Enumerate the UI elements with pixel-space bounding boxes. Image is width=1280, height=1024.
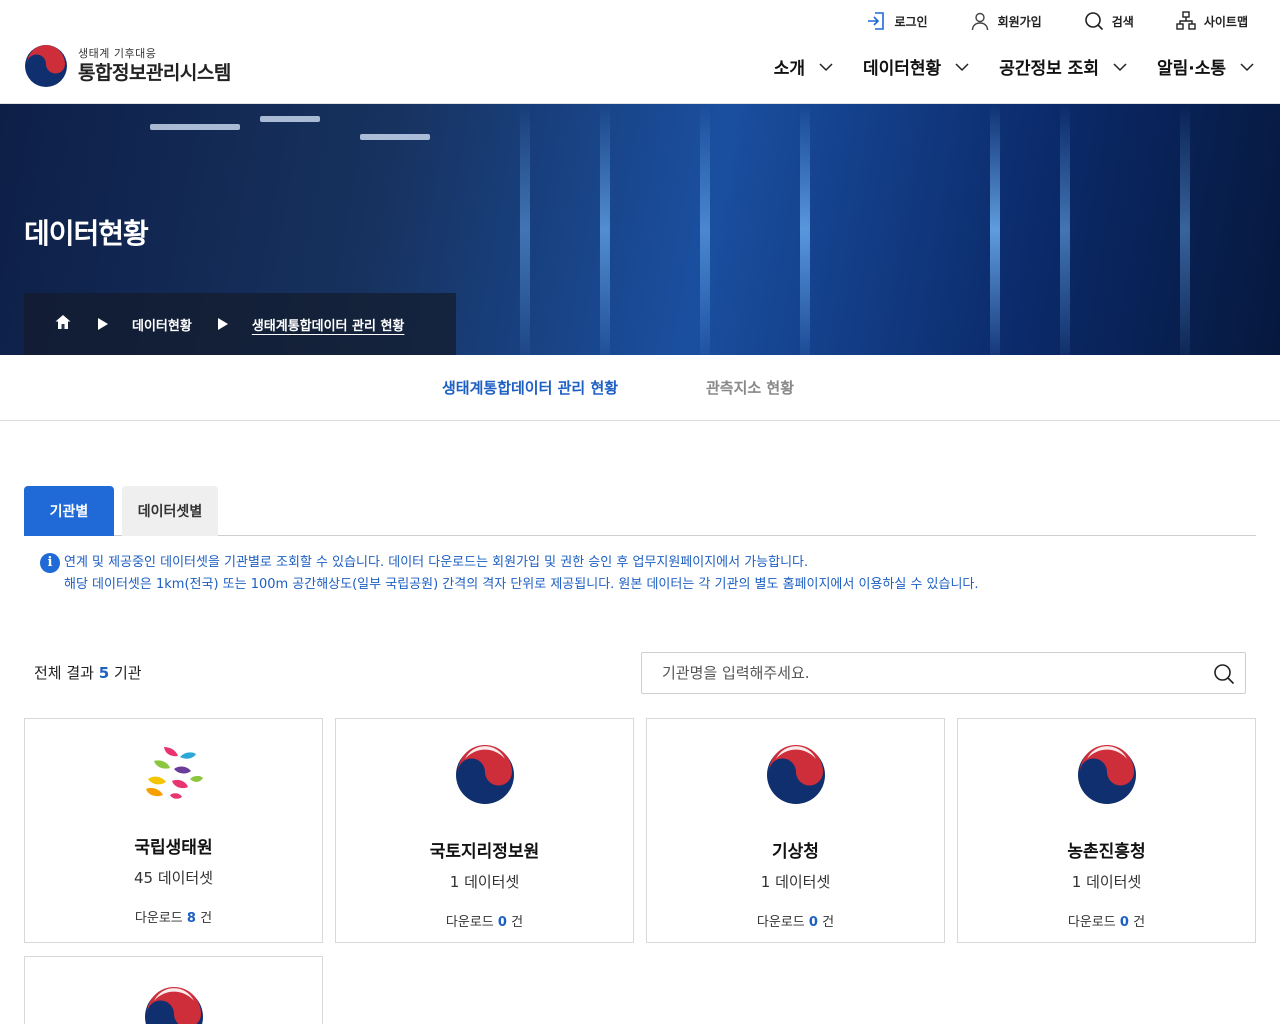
dataset-count: 1 데이터셋: [760, 873, 831, 891]
taegeuk-logo-icon: [145, 987, 203, 1024]
tab-by-dataset[interactable]: 데이터셋별: [122, 486, 218, 536]
tab-by-agency[interactable]: 기관별: [24, 486, 114, 536]
breadcrumb-arrow-icon: [98, 318, 108, 330]
utility-menu: 로그인 회원가입 검색 사이트맵: [824, 10, 1248, 32]
ceiling-light: [150, 124, 240, 130]
info-icon: i: [40, 553, 60, 573]
chevron-down-icon: [819, 62, 833, 71]
server-light: [1180, 104, 1190, 355]
ceiling-light: [260, 116, 320, 122]
search-link[interactable]: 검색: [1084, 10, 1134, 32]
sub-tabs: 생태계통합데이터 관리 현황 관측지소 현황: [0, 355, 1280, 421]
result-prefix: 전체 결과: [34, 664, 94, 682]
search-icon[interactable]: [1213, 663, 1235, 685]
download-count: 다운로드 8 건: [134, 911, 213, 926]
chevron-down-icon: [1113, 62, 1127, 71]
taegeuk-logo-icon: [25, 45, 67, 87]
download-count: 다운로드 0 건: [756, 915, 835, 930]
breadcrumb-item[interactable]: 데이터현황: [132, 315, 192, 334]
nav-label: 알림·소통: [1156, 59, 1226, 79]
sitemap-label: 사이트맵: [1203, 14, 1248, 29]
taegeuk-logo-icon: [767, 745, 825, 804]
taegeuk-logo-icon: [456, 745, 514, 804]
server-light: [600, 104, 610, 355]
server-light: [990, 104, 1000, 355]
signup-label: 회원가입: [997, 14, 1042, 29]
login-label: 로그인: [894, 14, 928, 29]
agency-card[interactable]: [24, 956, 323, 1024]
login-icon: [868, 12, 885, 30]
chevron-down-icon: [1240, 62, 1254, 71]
dataset-count: 1 데이터셋: [449, 873, 520, 891]
server-light: [520, 104, 530, 355]
nav-label: 소개: [773, 59, 805, 79]
chevron-down-icon: [955, 62, 969, 71]
result-number: 5: [98, 664, 110, 682]
agency-card[interactable]: 농촌진흥청 1 데이터셋 다운로드 0 건: [957, 718, 1256, 943]
tab-ecosystem-data[interactable]: 생태계통합데이터 관리 현황: [442, 377, 618, 398]
agency-card[interactable]: 국립생태원 45 데이터셋 다운로드 8 건: [24, 718, 323, 943]
download-count: 다운로드 0 건: [1067, 915, 1146, 930]
ceiling-light: [360, 134, 430, 140]
sitemap-icon: [1176, 11, 1196, 30]
nav-item-notice[interactable]: 알림·소통: [1157, 54, 1254, 79]
nav-item-spatial[interactable]: 공간정보 조회: [999, 54, 1127, 79]
taegeuk-logo-icon: [1078, 745, 1136, 804]
nav-item-intro[interactable]: 소개: [774, 54, 833, 79]
home-icon: [55, 315, 71, 329]
dataset-count: 45 데이터셋: [133, 869, 214, 887]
logo-subtitle: 생태계 기후대응: [78, 47, 157, 60]
agency-name: 농촌진흥청: [1067, 842, 1146, 862]
search-icon: [1084, 12, 1103, 31]
notice-line: 해당 데이터셋은 1km(전국) 또는 100m 공간해상도(일부 국립공원) …: [64, 577, 979, 592]
server-light: [700, 104, 710, 355]
home-link[interactable]: [54, 313, 72, 335]
nav-item-data-status[interactable]: 데이터현황: [863, 54, 969, 79]
dataset-count: 1 데이터셋: [1071, 873, 1142, 891]
download-count: 다운로드 0 건: [445, 915, 524, 930]
result-suffix: 기관: [113, 664, 142, 682]
main-nav: 소개 데이터현황 공간정보 조회 알림·소통: [744, 54, 1254, 79]
agency-card[interactable]: 국토지리정보원 1 데이터셋 다운로드 0 건: [335, 718, 634, 943]
site-header: 생태계 기후대응 통합정보관리시스템 로그인 회원가입 검색 사이트맵 소개 데…: [0, 0, 1280, 104]
notice-line: 연계 및 제공중인 데이터셋을 기관별로 조회할 수 있습니다. 데이터 다운로…: [64, 555, 809, 570]
nav-label: 공간정보 조회: [999, 59, 1099, 79]
result-count: 전체 결과 5 기관: [34, 662, 142, 683]
agency-name: 국립생태원: [134, 838, 213, 858]
agency-name: 기상청: [772, 842, 819, 862]
sitemap-link[interactable]: 사이트맵: [1176, 10, 1248, 32]
breadcrumb-current[interactable]: 생태계통합데이터 관리 현황: [252, 315, 405, 334]
breadcrumb-arrow-icon: [217, 318, 228, 330]
agency-name: 국토지리정보원: [429, 842, 540, 862]
agency-search-input[interactable]: [642, 653, 1202, 693]
user-icon: [971, 12, 988, 31]
agency-card[interactable]: 기상청 1 데이터셋 다운로드 0 건: [646, 718, 945, 943]
agency-search-box: [641, 652, 1246, 694]
breadcrumb: 데이터현황 생태계통합데이터 관리 현황: [24, 293, 456, 355]
server-light: [800, 104, 810, 355]
tab-observatory[interactable]: 관측지소 현황: [706, 377, 794, 398]
info-notice: i 연계 및 제공중인 데이터셋을 기관별로 조회할 수 있습니다. 데이터 다…: [40, 552, 979, 596]
page-title: 데이터현황: [24, 217, 149, 250]
login-link[interactable]: 로그인: [866, 10, 928, 32]
nav-label: 데이터현황: [863, 59, 942, 79]
site-logo[interactable]: 생태계 기후대응 통합정보관리시스템: [24, 44, 231, 88]
content-tabs: 기관별 데이터셋별: [24, 486, 1256, 536]
search-label: 검색: [1111, 14, 1134, 29]
nie-leaf-logo-icon: [146, 747, 203, 799]
signup-link[interactable]: 회원가입: [970, 10, 1042, 32]
hero-banner: 데이터현황 데이터현황 생태계통합데이터 관리 현황: [0, 104, 1280, 355]
logo-title: 통합정보관리시스템: [78, 62, 231, 84]
server-light: [1060, 104, 1070, 355]
